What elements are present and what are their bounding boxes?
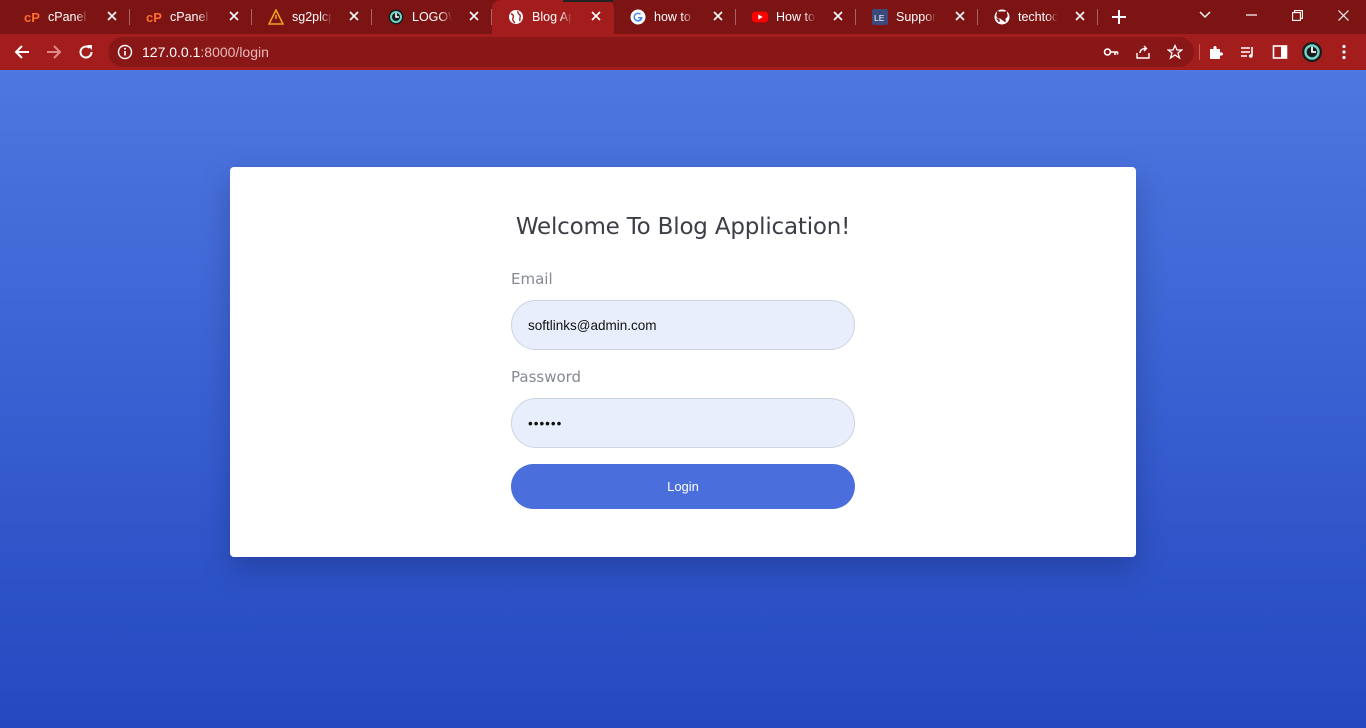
email-field[interactable]	[511, 300, 855, 350]
tab-search-button[interactable]	[1182, 0, 1228, 30]
close-tab-icon[interactable]	[588, 8, 604, 24]
arrow-right-icon	[47, 45, 62, 59]
forward-button[interactable]	[40, 38, 68, 66]
tab-cpanel-main[interactable]: cP cPanel - Main	[8, 0, 130, 34]
url-text[interactable]: 127.0.0.1:8000/login	[142, 45, 269, 60]
svg-text:cP: cP	[24, 10, 40, 25]
restore-icon	[1291, 9, 1303, 21]
google-icon	[630, 9, 646, 25]
email-label: Email	[511, 270, 553, 288]
tab-title: cPanel - Main	[48, 10, 88, 24]
active-tab-indicator	[563, 0, 613, 2]
reload-button[interactable]	[72, 38, 100, 66]
tab-title: techtool-laravel	[1018, 10, 1058, 24]
side-panel-icon[interactable]	[1270, 42, 1290, 62]
tab-title: LOGOWATCH	[412, 10, 452, 24]
globe-icon	[508, 9, 524, 25]
svg-text:LE: LE	[874, 13, 885, 23]
tab-how-to-export-google[interactable]: how to Export	[614, 0, 736, 34]
share-icon[interactable]	[1134, 43, 1152, 61]
le-icon: LE	[872, 9, 888, 25]
tab-separator	[1097, 9, 1098, 25]
kebab-menu-icon[interactable]	[1334, 42, 1354, 62]
tab-blog-application[interactable]: Blog Application	[492, 0, 614, 34]
password-label: Password	[511, 368, 582, 386]
media-playlist-icon[interactable]	[1238, 42, 1258, 62]
extensions-puzzle-icon[interactable]	[1206, 42, 1226, 62]
warning-triangle-icon	[268, 9, 284, 25]
close-icon	[1337, 9, 1349, 21]
page-viewport: Welcome To Blog Application! Email Passw…	[0, 70, 1366, 728]
logowatch-icon	[388, 9, 404, 25]
chevron-down-icon	[1199, 11, 1211, 18]
url-path: :8000/login	[200, 44, 269, 60]
password-field[interactable]	[511, 398, 855, 448]
url-host: 127.0.0.1	[142, 44, 201, 60]
browser-toolbar: 127.0.0.1:8000/login	[0, 34, 1366, 70]
plus-icon	[1112, 10, 1126, 24]
arrow-left-icon	[14, 45, 29, 59]
close-tab-icon[interactable]	[346, 8, 362, 24]
key-icon[interactable]	[1102, 43, 1120, 61]
close-tab-icon[interactable]	[104, 8, 120, 24]
close-tab-icon[interactable]	[226, 8, 242, 24]
minimize-icon	[1245, 14, 1257, 16]
tab-title: Support | LE	[896, 10, 936, 24]
login-card: Welcome To Blog Application! Email Passw…	[230, 167, 1136, 557]
minimize-button[interactable]	[1228, 0, 1274, 30]
new-tab-button[interactable]	[1107, 5, 1131, 29]
star-icon[interactable]	[1166, 43, 1184, 61]
youtube-icon	[752, 9, 768, 25]
tab-how-to-export-youtube[interactable]: How to Export	[736, 0, 856, 34]
reload-icon	[79, 45, 93, 59]
tab-strip: cP cPanel - Main cP cPanel File Manager …	[0, 0, 1366, 34]
tab-cpanel-file-manager[interactable]: cP cPanel File Manager	[130, 0, 252, 34]
tab-sg2plcpnl[interactable]: sg2plcpnl0	[252, 0, 372, 34]
info-icon[interactable]	[116, 43, 134, 61]
page-title: Welcome To Blog Application!	[515, 214, 851, 240]
tab-title: cPanel File Manager	[170, 10, 210, 24]
tab-techtool-laravel[interactable]: techtool-laravel	[978, 0, 1098, 34]
tab-title: How to Export	[776, 10, 816, 24]
close-window-button[interactable]	[1320, 0, 1366, 30]
close-tab-icon[interactable]	[952, 8, 968, 24]
login-button[interactable]: Login	[511, 464, 855, 509]
tab-title: how to Export	[654, 10, 694, 24]
tab-title: sg2plcpnl0	[292, 10, 332, 24]
close-tab-icon[interactable]	[710, 8, 726, 24]
close-tab-icon[interactable]	[1072, 8, 1088, 24]
restore-button[interactable]	[1274, 0, 1320, 30]
tab-logowatch[interactable]: LOGOWATCH	[372, 0, 492, 34]
address-bar[interactable]: 127.0.0.1:8000/login	[108, 37, 1194, 67]
close-tab-icon[interactable]	[830, 8, 846, 24]
svg-text:cP: cP	[146, 10, 162, 25]
back-button[interactable]	[8, 38, 36, 66]
github-icon	[994, 9, 1010, 25]
tab-support-le[interactable]: LE Support | LE	[856, 0, 978, 34]
close-tab-icon[interactable]	[466, 8, 482, 24]
cpanel-icon: cP	[24, 9, 40, 25]
profile-avatar[interactable]	[1302, 42, 1322, 62]
cpanel-icon: cP	[146, 9, 162, 25]
toolbar-divider	[1199, 44, 1200, 60]
tab-title: Blog Application	[532, 10, 572, 24]
